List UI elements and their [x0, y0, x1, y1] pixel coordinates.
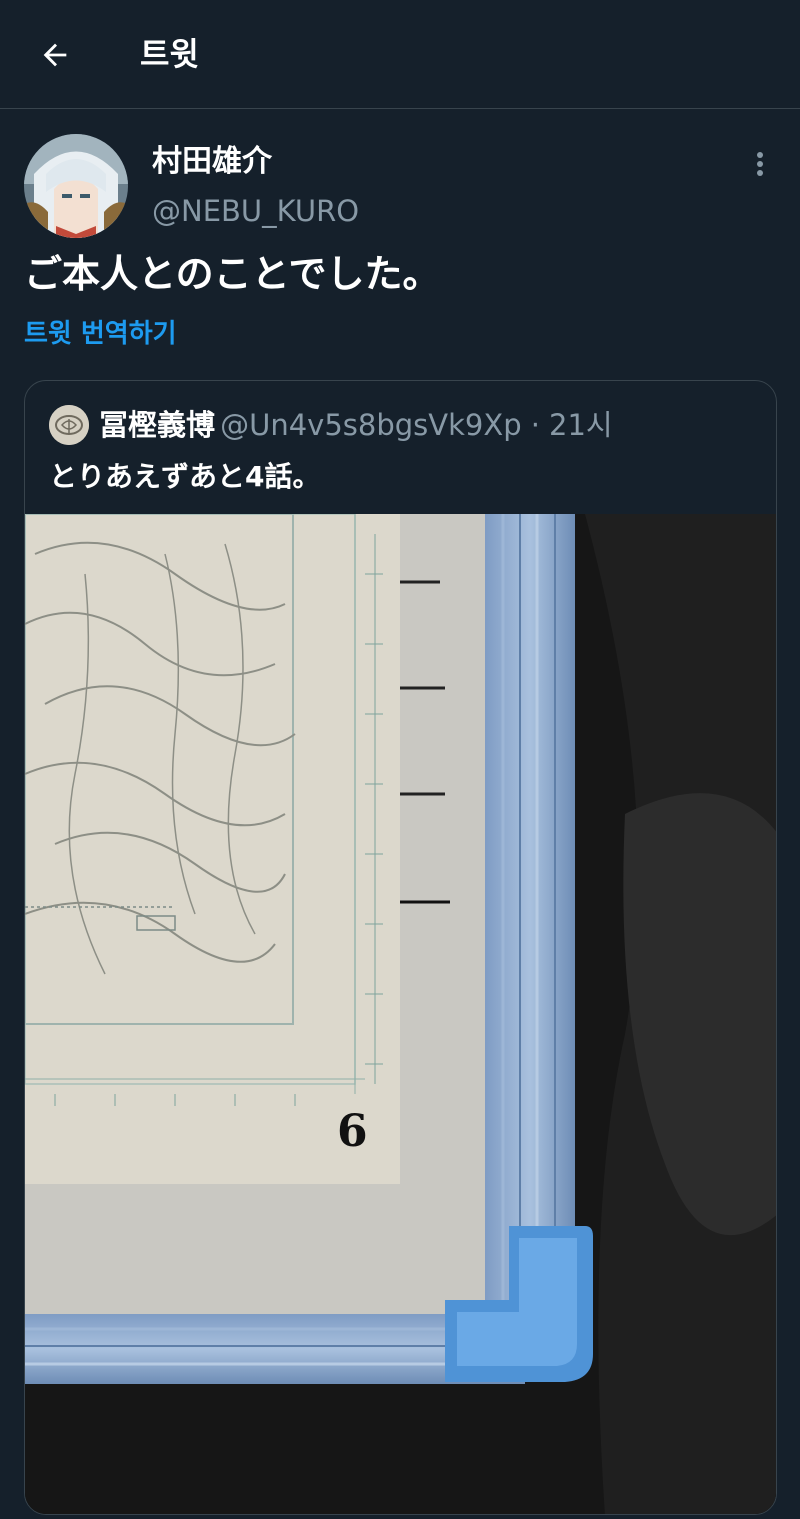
top-bar: 트윗 [0, 0, 800, 109]
quote-text: とりあえずあと4話。 [49, 460, 321, 493]
page-title: 트윗 [140, 35, 199, 73]
quote-author-handle: @Un4v5s8bgsVk9Xp [220, 408, 522, 442]
quote-header: 冨樫義博 @Un4v5s8bgsVk9Xp · 21시 [99, 403, 613, 452]
more-options-button[interactable] [742, 146, 778, 182]
author-handle[interactable]: @NEBU_KURO [152, 192, 359, 230]
quote-timestamp: 21시 [549, 408, 613, 442]
quote-photo[interactable]: 6 [25, 513, 776, 1514]
quote-author-avatar [49, 405, 89, 445]
tweet-text: ご本人とのことでした。 [24, 252, 441, 296]
separator-dot: · [530, 408, 540, 442]
more-vertical-icon [757, 152, 763, 176]
quote-author-name: 冨樫義博 [99, 408, 216, 442]
author-avatar[interactable] [24, 134, 128, 238]
quoted-tweet-card[interactable]: 冨樫義博 @Un4v5s8bgsVk9Xp · 21시 とりあえずあと4話。 6 [24, 380, 777, 1515]
arrow-left-icon [43, 43, 67, 67]
back-button[interactable] [34, 34, 76, 76]
translate-tweet-link[interactable]: 트윗 번역하기 [24, 316, 177, 352]
photo-page-number: 6 [337, 1106, 368, 1157]
author-name[interactable]: 村田雄介 [152, 142, 272, 182]
